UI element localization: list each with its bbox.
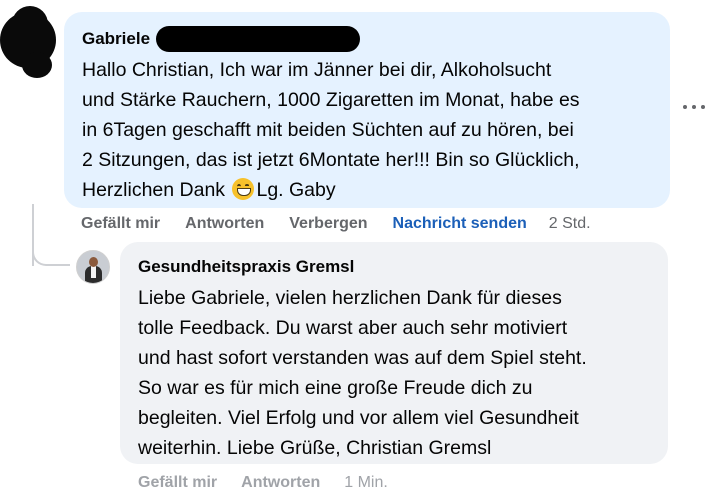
comment-actions: Gefällt mir Antworten Verbergen Nachrich… (81, 214, 591, 234)
reply-reply-button[interactable]: Antworten (241, 473, 320, 493)
comment-text: Hallo Christian, Ich war im Jänner bei d… (82, 55, 670, 205)
comment-text-signoff: Lg. Gaby (256, 179, 336, 201)
like-button[interactable]: Gefällt mir (81, 214, 160, 234)
more-options-icon[interactable] (683, 102, 705, 112)
comment-timestamp[interactable]: 2 Std. (549, 214, 591, 234)
comment-author-name[interactable]: Gabriele (82, 28, 150, 50)
hide-button[interactable]: Verbergen (289, 214, 367, 234)
reply-text: Liebe Gabriele, vielen herzlichen Dank f… (138, 287, 587, 459)
reply-author[interactable]: Gesundheitspraxis Gremsl (138, 256, 668, 278)
send-message-button[interactable]: Nachricht senden (393, 214, 527, 234)
reply-author-avatar[interactable] (76, 250, 110, 284)
redacted-surname (156, 26, 361, 52)
comment-bubble: Gabriele Hallo Christian, Ich war im Jän… (64, 12, 670, 208)
reply-like-button[interactable]: Gefällt mir (138, 473, 217, 493)
thread-connector-curve (32, 240, 70, 266)
comment-author[interactable]: Gabriele (82, 26, 670, 52)
reply-timestamp[interactable]: 1 Min. (344, 473, 388, 493)
reply-bubble: Gesundheitspraxis Gremsl Liebe Gabriele,… (120, 242, 668, 464)
reply-actions: Gefällt mir Antworten 1 Min. (138, 473, 388, 493)
commenter-avatar-redacted[interactable] (0, 6, 56, 78)
grinning-face-icon (232, 178, 255, 200)
reply-button[interactable]: Antworten (185, 214, 264, 234)
